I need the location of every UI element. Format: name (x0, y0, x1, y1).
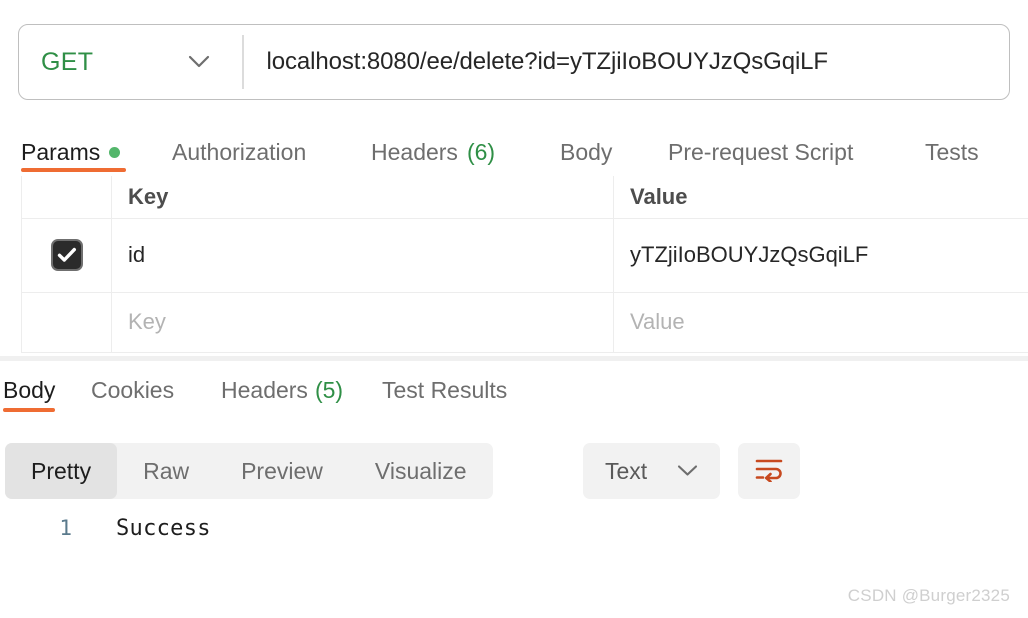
tab-body-label: Body (560, 138, 613, 165)
response-body-line: Success (116, 516, 211, 541)
active-response-tab-underline (3, 408, 56, 412)
response-tab-body-label: Body (3, 376, 56, 403)
chevron-down-icon[interactable] (677, 465, 698, 478)
tab-params-label: Params (21, 138, 101, 165)
word-wrap-icon (754, 456, 784, 487)
response-tab-headers[interactable]: Headers (5) (221, 368, 343, 412)
body-view-mode-group: Pretty Raw Preview Visualize (5, 443, 493, 499)
body-format-value: Text (605, 457, 648, 484)
postman-request-response-pane: GET localhost:8080/ee/delete?id=yTZjiIoB… (0, 0, 1028, 618)
param-value-input[interactable]: yTZjiIoBOUYJzQsGqiLF (613, 218, 1028, 293)
view-mode-preview[interactable]: Preview (215, 443, 349, 499)
line-number: 1 (59, 516, 72, 540)
response-tab-test-results[interactable]: Test Results (382, 368, 507, 412)
view-mode-raw[interactable]: Raw (117, 443, 215, 499)
pane-splitter[interactable] (0, 356, 1028, 361)
tab-params[interactable]: Params (21, 128, 126, 172)
view-mode-pretty[interactable]: Pretty (5, 443, 118, 499)
url-bar: GET localhost:8080/ee/delete?id=yTZjiIoB… (18, 24, 1010, 100)
response-tab-headers-count: (5) (314, 376, 344, 403)
active-tab-underline (21, 168, 126, 172)
key-column-header: Key (111, 176, 614, 219)
url-input[interactable]: localhost:8080/ee/delete?id=yTZjiIoBOUYJ… (244, 25, 1010, 99)
response-tab-test-results-label: Test Results (382, 376, 508, 403)
tab-body[interactable]: Body (560, 128, 612, 172)
param-value-input-empty[interactable]: Value (613, 292, 1028, 353)
checkbox-checked-icon[interactable] (50, 239, 83, 271)
checkbox-column-header (21, 176, 112, 219)
http-method-label: GET (41, 47, 94, 76)
query-params-table: Key Value id yTZjiIoBOUYJzQsGqiLF Key Va… (21, 176, 1028, 353)
tab-headers-label: Headers (371, 138, 458, 165)
response-tab-cookies[interactable]: Cookies (91, 368, 174, 412)
chevron-down-icon[interactable] (188, 51, 210, 73)
row-enabled-cell (21, 292, 112, 353)
tab-tests[interactable]: Tests (925, 128, 979, 172)
tab-headers[interactable]: Headers (6) (371, 128, 495, 172)
word-wrap-button[interactable] (738, 443, 800, 499)
response-body-viewer[interactable]: 1 Success (0, 512, 1028, 562)
view-mode-visualize[interactable]: Visualize (349, 443, 493, 499)
param-key-input[interactable]: id (111, 218, 614, 293)
param-key-input-empty[interactable]: Key (111, 292, 614, 353)
response-tab-cookies-label: Cookies (91, 376, 175, 403)
response-tab-headers-label: Headers (221, 376, 308, 403)
table-row: id yTZjiIoBOUYJzQsGqiLF (21, 218, 1028, 293)
response-tab-body[interactable]: Body (3, 368, 56, 412)
row-enabled-cell (21, 218, 112, 293)
http-method-selector[interactable]: GET (19, 25, 242, 99)
table-row: Key Value (21, 292, 1028, 353)
tab-pre-request-script[interactable]: Pre-request Script (668, 128, 853, 172)
body-format-select[interactable]: Text (583, 443, 720, 499)
table-header-row: Key Value (21, 176, 1028, 219)
tab-pre-request-script-label: Pre-request Script (668, 138, 854, 165)
params-modified-dot-icon (109, 146, 121, 158)
tab-headers-count: (6) (466, 138, 496, 165)
value-column-header: Value (613, 176, 1028, 219)
tab-authorization[interactable]: Authorization (172, 128, 306, 172)
tab-authorization-label: Authorization (172, 138, 307, 165)
tab-tests-label: Tests (925, 138, 979, 165)
watermark: CSDN @Burger2325 (847, 586, 1010, 605)
